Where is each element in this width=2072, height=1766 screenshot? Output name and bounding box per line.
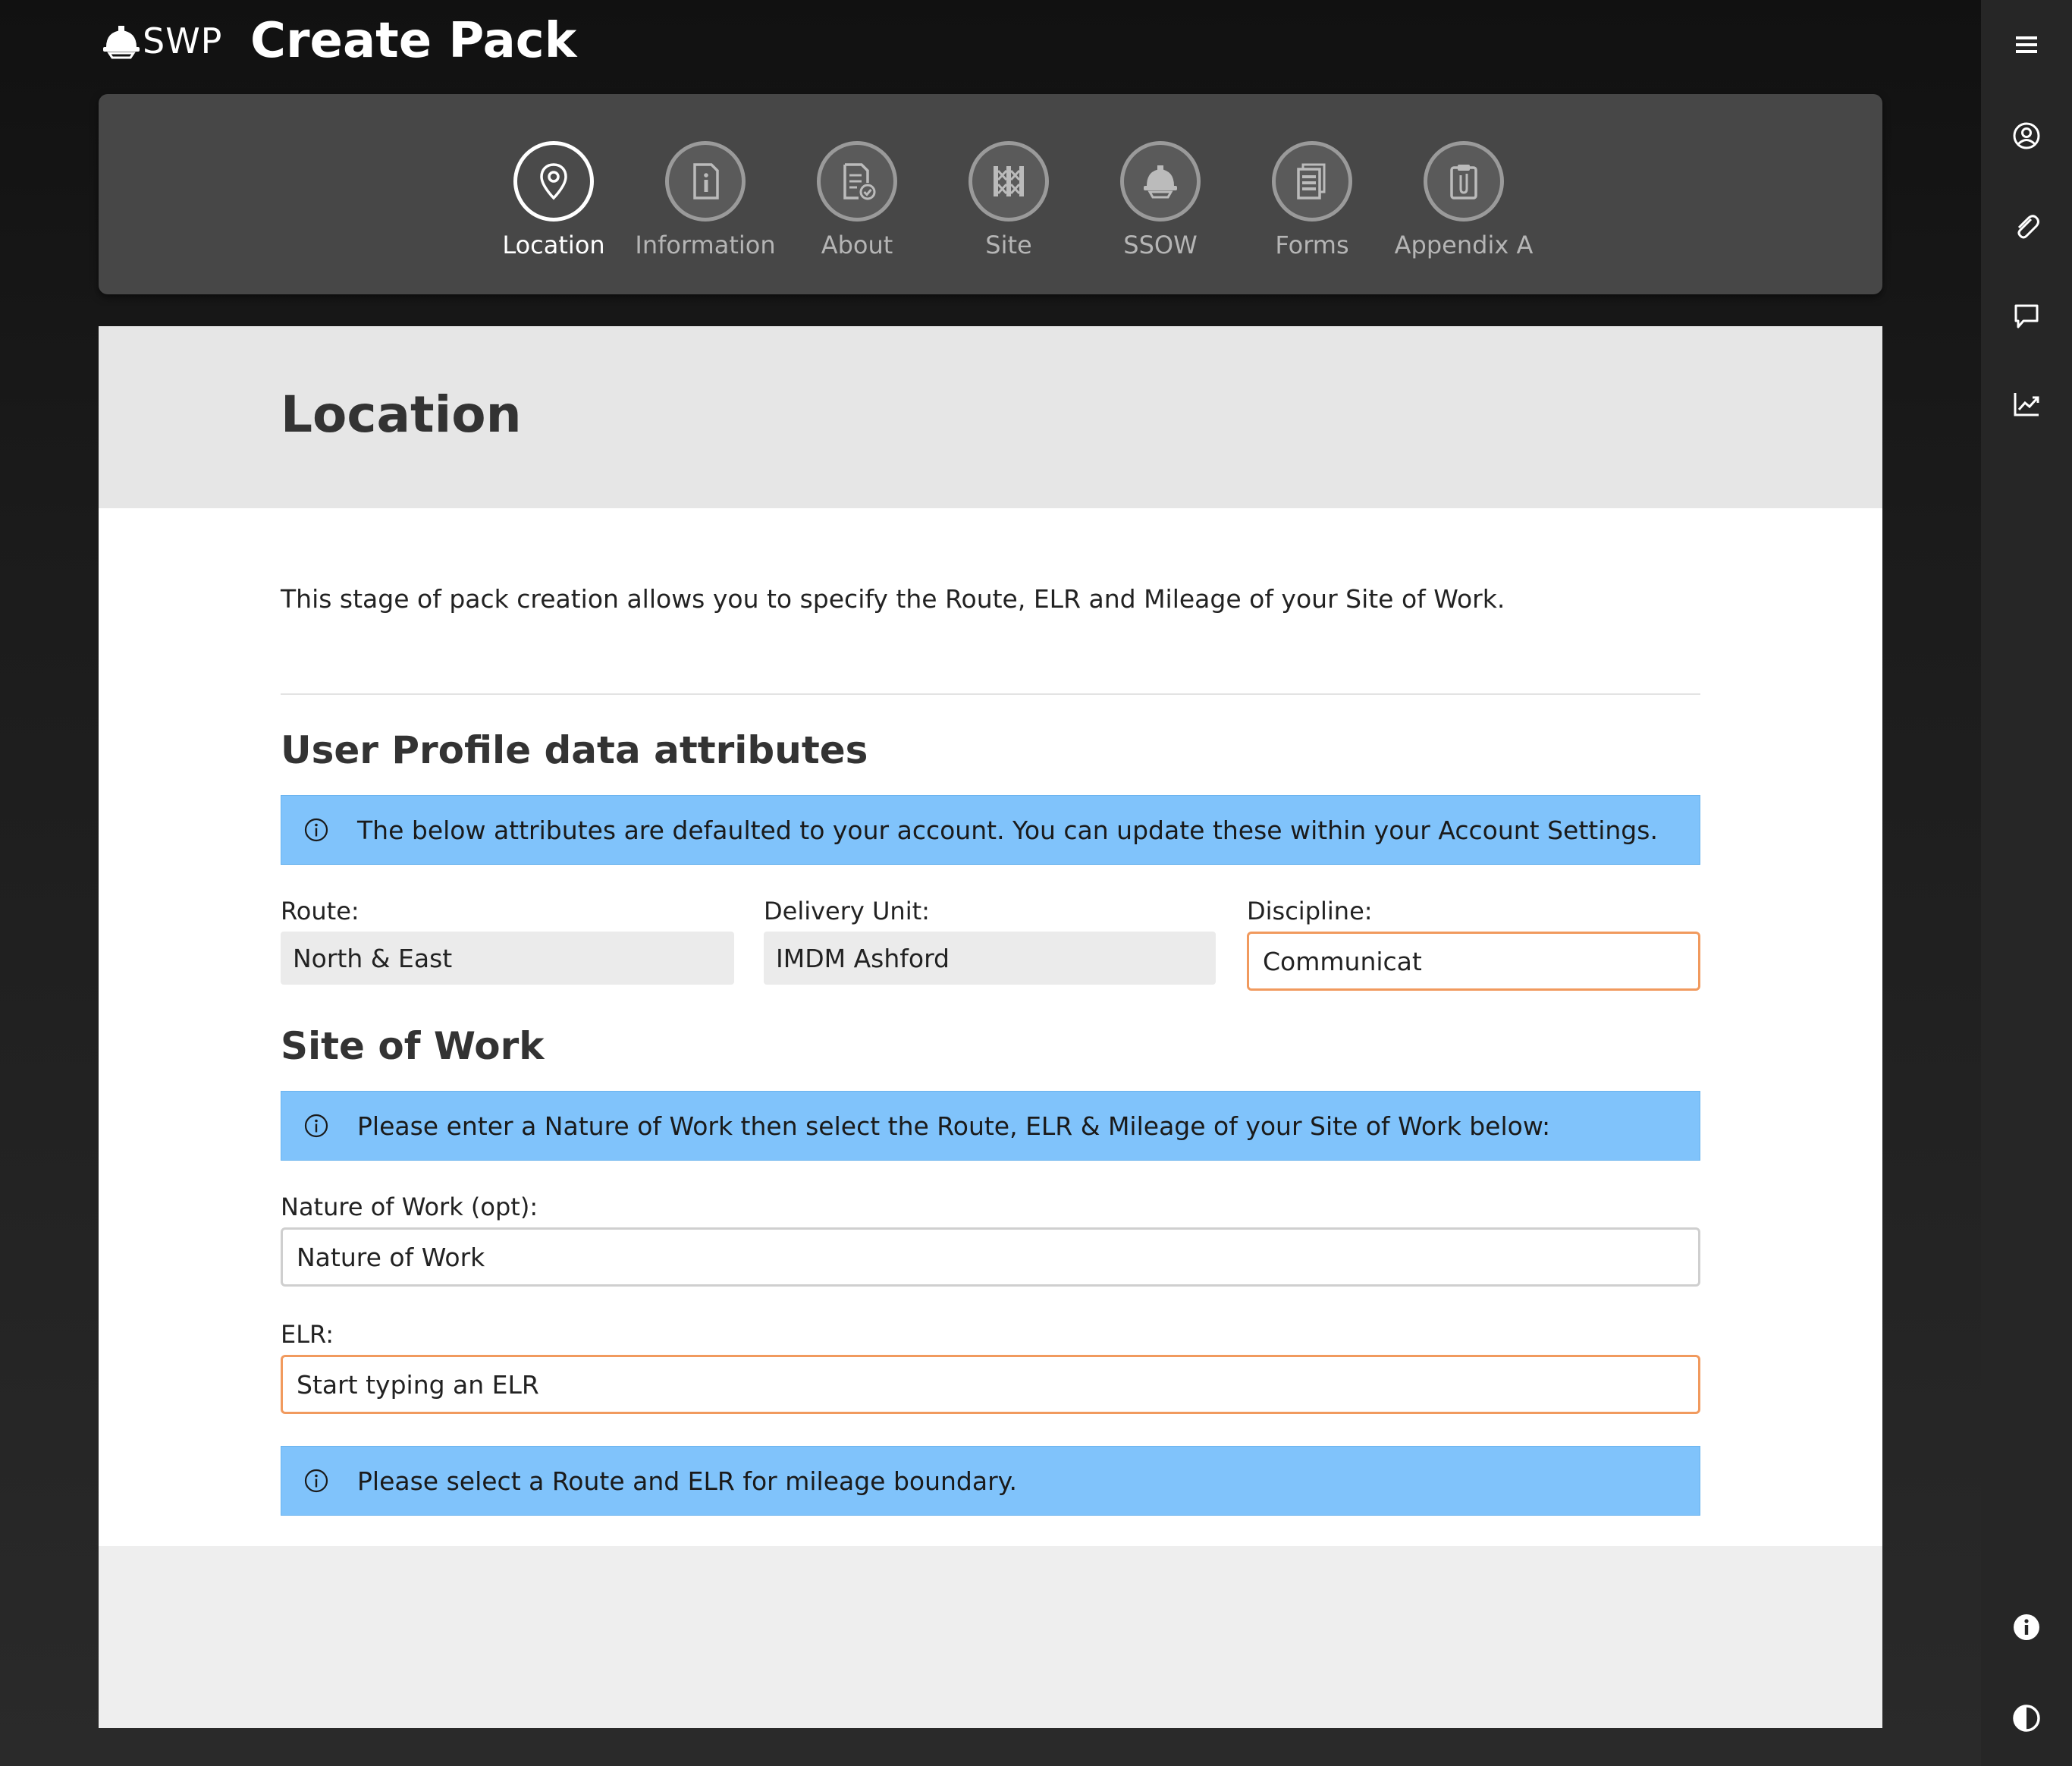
alert-text: Please select a Route and ELR for mileag… <box>357 1466 1017 1496</box>
info-circle-icon <box>304 818 328 842</box>
card-header: Location <box>99 326 1882 508</box>
card-body: This stage of pack creation allows you t… <box>99 508 1882 1546</box>
step-label: Information <box>635 231 776 259</box>
paperclip-icon <box>2017 215 2039 239</box>
menu-button[interactable] <box>1981 11 2072 79</box>
discipline-label: Discipline: <box>1247 897 1373 925</box>
hard-hat-icon <box>1144 165 1177 199</box>
mileage-info-alert: Please select a Route and ELR for mileag… <box>281 1446 1700 1516</box>
chart-line-icon <box>2014 393 2039 416</box>
clipboard-paperclip-icon <box>1450 165 1477 200</box>
alert-text: The below attributes are defaulted to yo… <box>357 815 1658 845</box>
alert-text: Please enter a Nature of Work then selec… <box>357 1111 1551 1141</box>
step-appendix-a[interactable]: Appendix A <box>1388 141 1540 259</box>
info-document-icon <box>693 163 719 200</box>
delivery-unit-label: Delivery Unit: <box>764 897 930 925</box>
route-label: Route: <box>281 897 359 925</box>
right-toolbar <box>1981 0 2072 1766</box>
site-barrier-icon <box>994 166 1024 196</box>
nature-of-work-label: Nature of Work (opt): <box>281 1193 538 1221</box>
location-card: Location This stage of pack creation all… <box>99 326 1882 1728</box>
discipline-input[interactable]: Communicat <box>1247 932 1700 991</box>
step-ssow[interactable]: SSOW <box>1085 141 1236 259</box>
step-label: SSOW <box>1123 231 1198 259</box>
step-label: About <box>821 231 893 259</box>
comments-button[interactable] <box>1981 282 2072 350</box>
site-info-alert: Please enter a Nature of Work then selec… <box>281 1091 1700 1161</box>
elr-label: ELR: <box>281 1320 334 1349</box>
step-location[interactable]: Location <box>478 141 629 259</box>
profile-info-alert: The below attributes are defaulted to yo… <box>281 795 1700 865</box>
map-pin-icon <box>540 163 567 200</box>
pack-stepper: Location Information About Site SSOW For… <box>99 94 1882 294</box>
delivery-unit-readonly-field: IMDM Ashford <box>764 932 1216 985</box>
user-circle-icon <box>2013 122 2040 149</box>
page-header-title: Create Pack <box>250 13 577 69</box>
step-site[interactable]: Site <box>933 141 1085 259</box>
logo-text: SWP <box>143 20 223 61</box>
forms-icon <box>1297 163 1326 200</box>
contrast-icon <box>2013 1705 2040 1732</box>
app-logo[interactable]: SWP <box>102 18 222 64</box>
menu-icon <box>2016 36 2037 53</box>
hard-hat-logo-icon <box>103 26 140 59</box>
info-circle-icon <box>304 1469 328 1493</box>
step-label: Site <box>985 231 1032 259</box>
intro-text: This stage of pack creation allows you t… <box>281 584 1505 614</box>
theme-toggle-button[interactable] <box>1981 1684 2072 1752</box>
info-circle-icon <box>304 1114 328 1138</box>
page-title: Location <box>281 385 522 444</box>
step-label: Appendix A <box>1394 231 1534 259</box>
user-profile-button[interactable] <box>1981 102 2072 170</box>
step-about[interactable]: About <box>781 141 933 259</box>
document-check-icon <box>843 163 876 200</box>
step-information[interactable]: Information <box>629 141 781 259</box>
step-label: Forms <box>1275 231 1349 259</box>
elr-input[interactable]: Start typing an ELR <box>281 1355 1700 1414</box>
info-circle-icon <box>2014 1614 2039 1640</box>
comment-icon <box>2014 304 2039 328</box>
info-button[interactable] <box>1981 1593 2072 1661</box>
step-label: Location <box>502 231 605 259</box>
nature-of-work-input[interactable]: Nature of Work <box>281 1227 1700 1287</box>
site-of-work-heading: Site of Work <box>281 1024 545 1068</box>
analytics-button[interactable] <box>1981 370 2072 438</box>
user-profile-heading: User Profile data attributes <box>281 728 868 772</box>
route-readonly-field: North & East <box>281 932 734 985</box>
section-divider <box>281 693 1700 695</box>
step-forms[interactable]: Forms <box>1236 141 1388 259</box>
attachments-button[interactable] <box>1981 193 2072 261</box>
